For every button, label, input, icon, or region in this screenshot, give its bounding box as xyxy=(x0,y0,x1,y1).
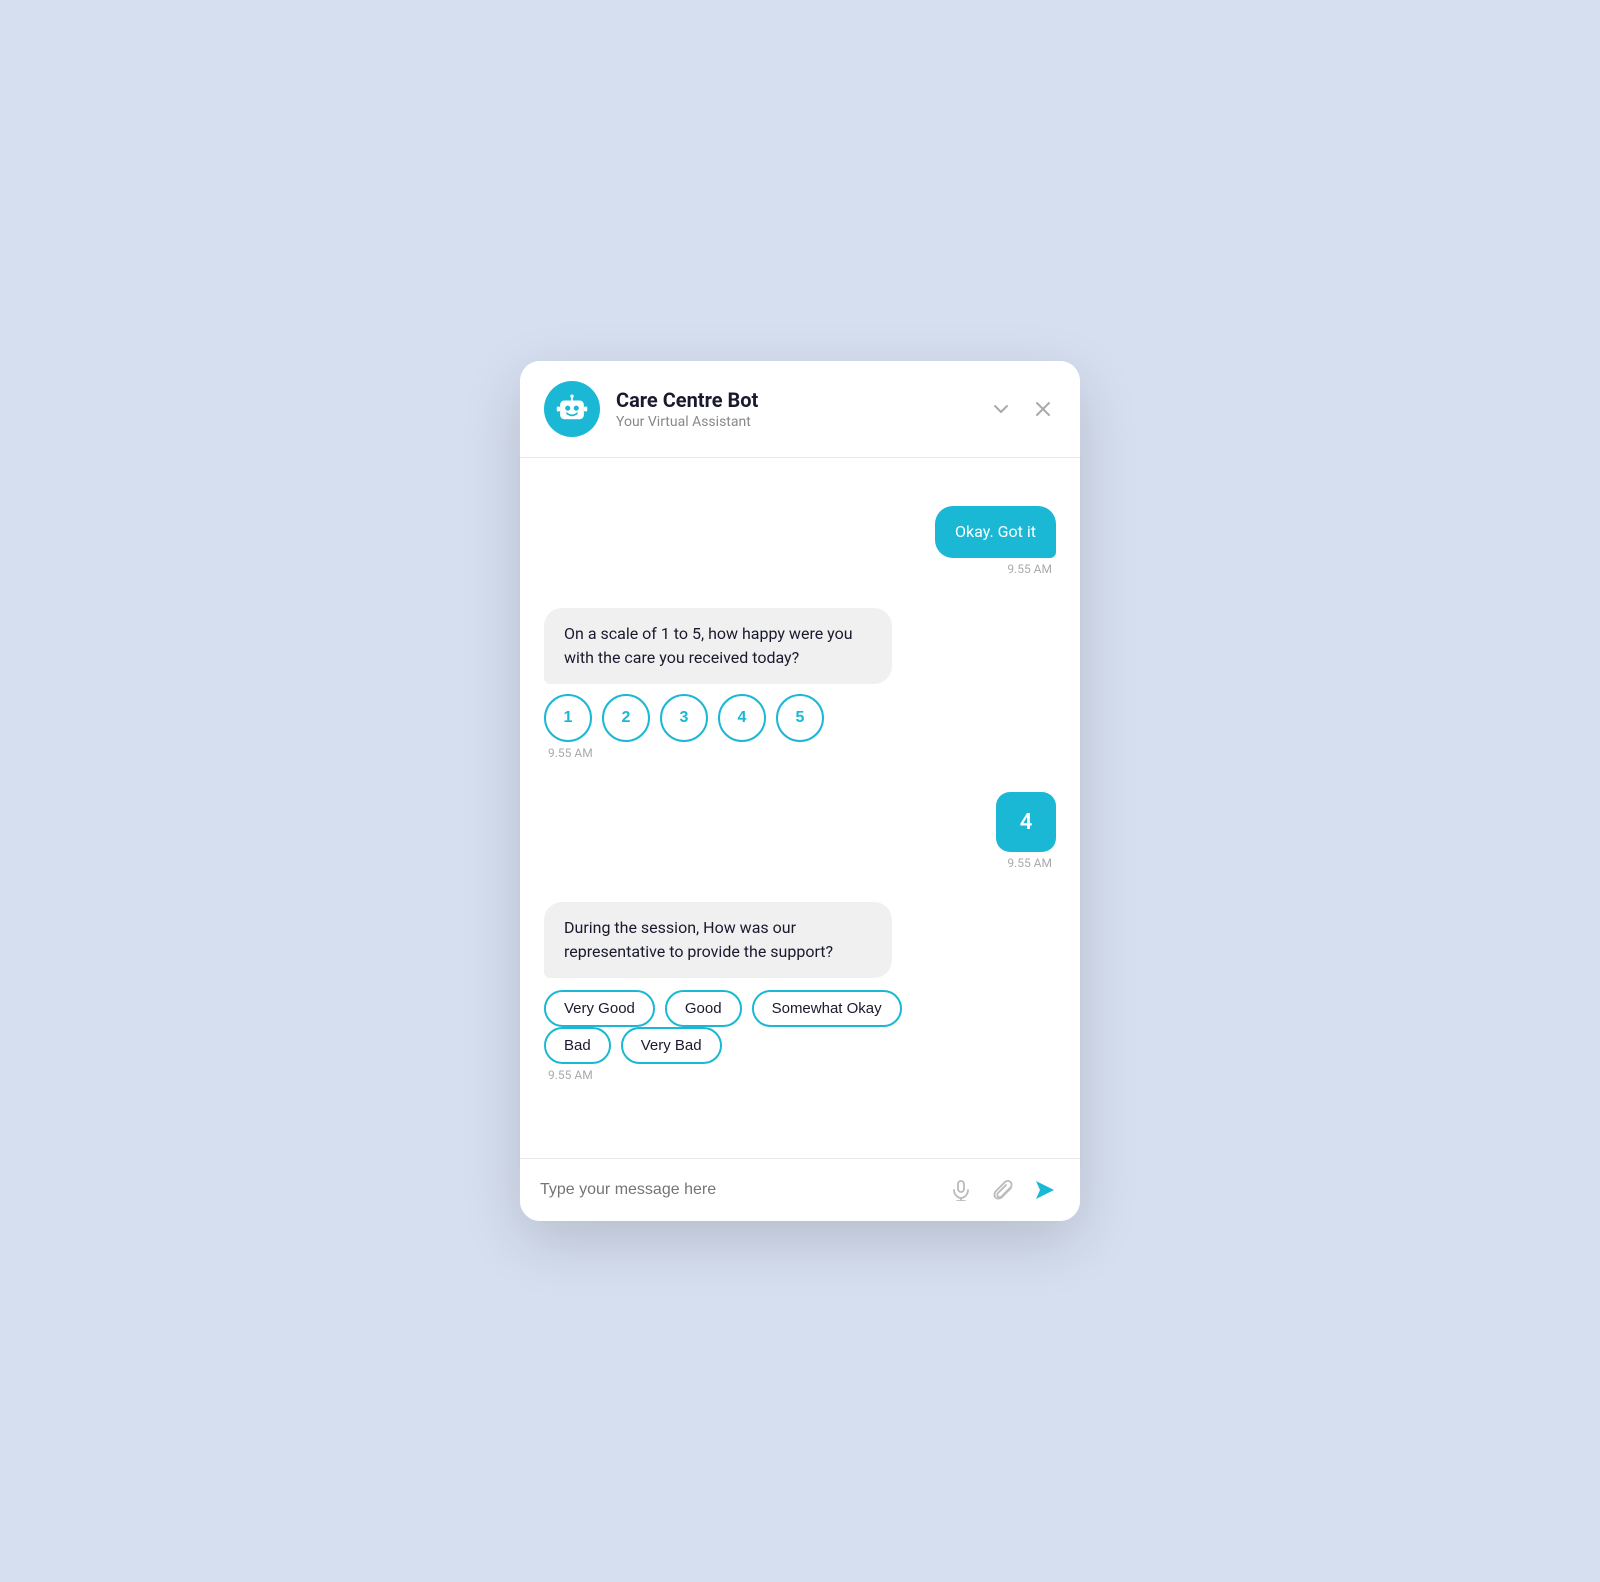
microphone-icon xyxy=(950,1179,972,1201)
choice-btn-good[interactable]: Good xyxy=(665,990,742,1027)
chat-footer xyxy=(520,1158,1080,1221)
close-button[interactable] xyxy=(1030,396,1056,422)
send-button[interactable] xyxy=(1030,1175,1060,1205)
choice-btn-very-good[interactable]: Very Good xyxy=(544,990,655,1027)
chat-widget: Care Centre Bot Your Virtual Assistant O… xyxy=(520,361,1080,1221)
send-icon xyxy=(1034,1179,1056,1201)
choice-btn-very-bad[interactable]: Very Bad xyxy=(621,1027,722,1064)
chat-header: Care Centre Bot Your Virtual Assistant xyxy=(520,361,1080,458)
rating-btn-4[interactable]: 4 xyxy=(718,694,766,742)
chat-body: Okay. Got it 9.55 AM On a scale of 1 to … xyxy=(520,458,1080,1158)
paperclip-icon xyxy=(992,1179,1014,1201)
message-bubble-user-1: Okay. Got it xyxy=(935,506,1056,558)
message-bubble-bot-4: During the session, How was our represen… xyxy=(544,902,892,978)
message-row-user-1: Okay. Got it 9.55 AM xyxy=(544,506,1056,576)
header-actions xyxy=(988,396,1056,422)
message-time-2: 9.55 AM xyxy=(544,746,597,760)
message-row-user-3: 4 9.55 AM xyxy=(544,792,1056,870)
bot-avatar-icon xyxy=(555,392,589,426)
close-icon xyxy=(1034,400,1052,418)
message-bubble-user-3: 4 xyxy=(996,792,1056,852)
choice-btn-somewhat-okay[interactable]: Somewhat Okay xyxy=(752,990,902,1027)
bot-message-block-2: On a scale of 1 to 5, how happy were you… xyxy=(544,608,979,760)
message-bubble-bot-2: On a scale of 1 to 5, how happy were you… xyxy=(544,608,892,684)
attach-button[interactable] xyxy=(988,1175,1018,1205)
message-time-3: 9.55 AM xyxy=(1003,856,1056,870)
header-title: Care Centre Bot xyxy=(616,388,988,412)
rating-options: 1 2 3 4 5 xyxy=(544,694,824,742)
minimize-button[interactable] xyxy=(988,396,1014,422)
chat-input[interactable] xyxy=(540,1181,934,1199)
header-subtitle: Your Virtual Assistant xyxy=(616,414,988,430)
message-row-bot-4: During the session, How was our represen… xyxy=(544,902,1056,1082)
rating-btn-1[interactable]: 1 xyxy=(544,694,592,742)
choice-options-row2: Bad Very Bad xyxy=(544,1027,722,1064)
rating-btn-2[interactable]: 2 xyxy=(602,694,650,742)
bot-avatar xyxy=(544,381,600,437)
message-time-4: 9.55 AM xyxy=(544,1068,597,1082)
rating-btn-3[interactable]: 3 xyxy=(660,694,708,742)
mic-button[interactable] xyxy=(946,1175,976,1205)
bot-message-block-4: During the session, How was our represen… xyxy=(544,902,979,1082)
chevron-down-icon xyxy=(992,400,1010,418)
choice-options: Very Good Good Somewhat Okay xyxy=(544,990,902,1027)
header-text: Care Centre Bot Your Virtual Assistant xyxy=(616,388,988,430)
message-row-bot-2: On a scale of 1 to 5, how happy were you… xyxy=(544,608,1056,760)
message-time-1: 9.55 AM xyxy=(1003,562,1056,576)
rating-btn-5[interactable]: 5 xyxy=(776,694,824,742)
choice-btn-bad[interactable]: Bad xyxy=(544,1027,611,1064)
